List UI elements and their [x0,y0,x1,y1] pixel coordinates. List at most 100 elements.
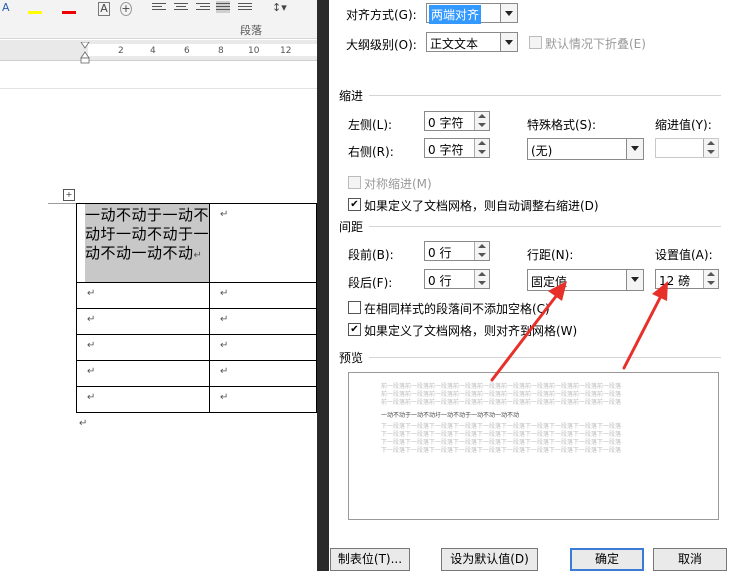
ruler-tick: 10 [248,46,260,56]
indent-section-title: 缩进 [339,89,364,103]
spacing-after-label: 段后(F): [348,276,393,290]
chevron-down-icon[interactable] [500,33,517,51]
spin-down-icon[interactable] [703,279,718,288]
justify-icon[interactable] [216,1,230,13]
spin-down-icon[interactable] [474,148,489,157]
spacing-before-label: 段前(B): [348,248,394,262]
indent-left-spinner[interactable]: 0 字符 [424,111,490,131]
alignment-select[interactable]: 两端对齐 [426,3,518,24]
cancel-button[interactable]: 取消 [653,548,727,571]
no-space-same-style-checkbox[interactable] [348,301,361,314]
cell-mark: ↵ [87,340,96,351]
cell-mark: ↵ [87,314,96,325]
snap-to-grid-checkbox[interactable]: ✔ [348,323,361,336]
table-cell[interactable]: ↵ [76,282,210,309]
table-cell[interactable]: ↵ [76,308,210,335]
ruler-tick: 2 [118,46,124,56]
page-edge [0,88,320,89]
auto-adjust-indent-checkbox[interactable]: ✔ [348,198,361,211]
preview-box: 前一段落前一段落前一段落前一段落前一段落前一段落前一段落前一段落前一段落前一段落… [348,372,719,520]
cell-mark: ↵ [87,392,96,403]
section-divider [369,226,721,227]
indent-right-label: 右侧(R): [348,145,394,159]
table-cell[interactable]: ↵ [209,360,317,387]
table-cell[interactable]: ↵ [76,360,210,387]
cell-mark: ↵ [220,288,229,299]
snap-to-grid-label: 如果定义了文档网格，则对齐到网格(W) [364,324,578,338]
table-row: 一动不动于一动不动圩一动不动于一动不动一动不动↵ ↵ [76,203,317,283]
indent-left-label: 左侧(L): [348,118,393,132]
ribbon-group-label: 段落 [240,24,262,37]
table-row: ↵ ↵ [76,282,317,309]
alignment-label: 对齐方式(G): [346,8,417,22]
mirror-indent-label: 对称缩进(M) [364,177,432,191]
cell-mark: ↵ [220,314,229,325]
table-cell[interactable]: ↵ [209,386,317,413]
table-cell[interactable]: ↵ [209,334,317,361]
spacing-after-spinner[interactable]: 0 行 [424,269,490,289]
table-row: ↵ ↵ [76,386,317,413]
indent-by-label: 缩进值(Y): [655,118,712,132]
chevron-down-icon[interactable] [626,139,643,159]
table-move-handle-icon[interactable]: + [63,189,75,201]
special-format-label: 特殊格式(S): [527,118,597,132]
indent-right-spinner[interactable]: 0 字符 [424,138,490,158]
selected-cell-text[interactable]: 一动不动于一动不动圩一动不动于一动不动一动不动↵ [85,204,209,282]
collapse-default-checkbox[interactable] [529,36,542,49]
spacing-at-label: 设置值(A): [655,248,713,262]
spin-down-icon[interactable] [474,121,489,130]
outline-level-select[interactable]: 正文文本 [426,32,518,52]
paragraph-mark: ↵ [79,418,88,429]
table-guide-line [48,203,76,204]
spacing-before-spinner[interactable]: 0 行 [424,241,490,261]
align-left-icon[interactable] [152,1,166,13]
tabs-button[interactable]: 制表位(T)... [330,548,410,571]
auto-adjust-indent-label: 如果定义了文档网格，则自动调整右缩进(D) [364,199,599,213]
table-cell[interactable]: ↵ [209,282,317,309]
cell-mark: ↵ [87,366,96,377]
cell-mark: ↵ [87,288,96,299]
special-format-select[interactable]: (无) [527,138,644,160]
table-cell[interactable]: ↵ [209,203,317,283]
table-cell[interactable]: ↵ [76,386,210,413]
chevron-down-icon[interactable] [500,4,517,22]
spacing-section-title: 间距 [339,220,364,234]
indent-marker-icon[interactable] [80,42,90,64]
ruler-tick: 8 [218,46,224,56]
line-spacing-icon[interactable]: ↕▾ [272,2,287,14]
table-cell[interactable]: ↵ [76,334,210,361]
spin-down-icon[interactable] [703,148,718,157]
cell-mark: ↵ [220,392,229,403]
distributed-icon[interactable] [238,1,252,13]
mirror-indent-checkbox[interactable] [348,176,361,189]
spin-down-icon[interactable] [474,279,489,288]
ribbon-paragraph-group: A A + ↕▾ 段落 [0,0,320,39]
table-row: ↵ ↵ [76,360,317,387]
preview-sample-paragraph: 一动不动于一动不动圩一动不动于一动不动一动不动 [381,412,520,419]
set-default-button[interactable]: 设为默认值(D) [441,548,538,571]
no-space-same-style-label: 在相同样式的段落间不添加空格(C) [364,302,550,316]
ruler-tick: 4 [150,46,156,56]
document-table[interactable]: 一动不动于一动不动圩一动不动于一动不动一动不动↵ ↵ ↵ ↵ ↵ ↵ ↵ ↵ ↵… [76,203,317,413]
font-size-icon[interactable]: A [2,2,10,14]
table-row: ↵ ↵ [76,334,317,361]
line-spacing-select[interactable]: 固定值 [527,269,644,291]
preview-next-paragraph: 下一段落下一段落下一段落下一段落下一段落下一段落下一段落下一段落下一段落下一段落 [381,447,622,454]
highlight-icon[interactable] [28,2,42,14]
section-divider [369,357,721,358]
table-cell[interactable]: ↵ [209,308,317,335]
table-cell[interactable]: 一动不动于一动不动圩一动不动于一动不动一动不动↵ [76,203,210,283]
font-color-icon[interactable] [62,2,76,14]
character-border-icon[interactable]: A [98,2,110,16]
cell-mark: ↵ [220,366,229,377]
ruler-tick: 6 [184,46,190,56]
align-center-icon[interactable] [174,1,188,13]
ruler-tick: 12 [280,46,292,56]
spacing-at-spinner[interactable]: 12 磅 [655,269,719,289]
enclose-character-icon[interactable]: + [120,2,132,16]
spin-down-icon[interactable] [474,251,489,260]
indent-by-spinner[interactable] [655,138,719,158]
chevron-down-icon[interactable] [626,270,643,290]
align-right-icon[interactable] [196,1,210,13]
ok-button[interactable]: 确定 [570,548,644,571]
